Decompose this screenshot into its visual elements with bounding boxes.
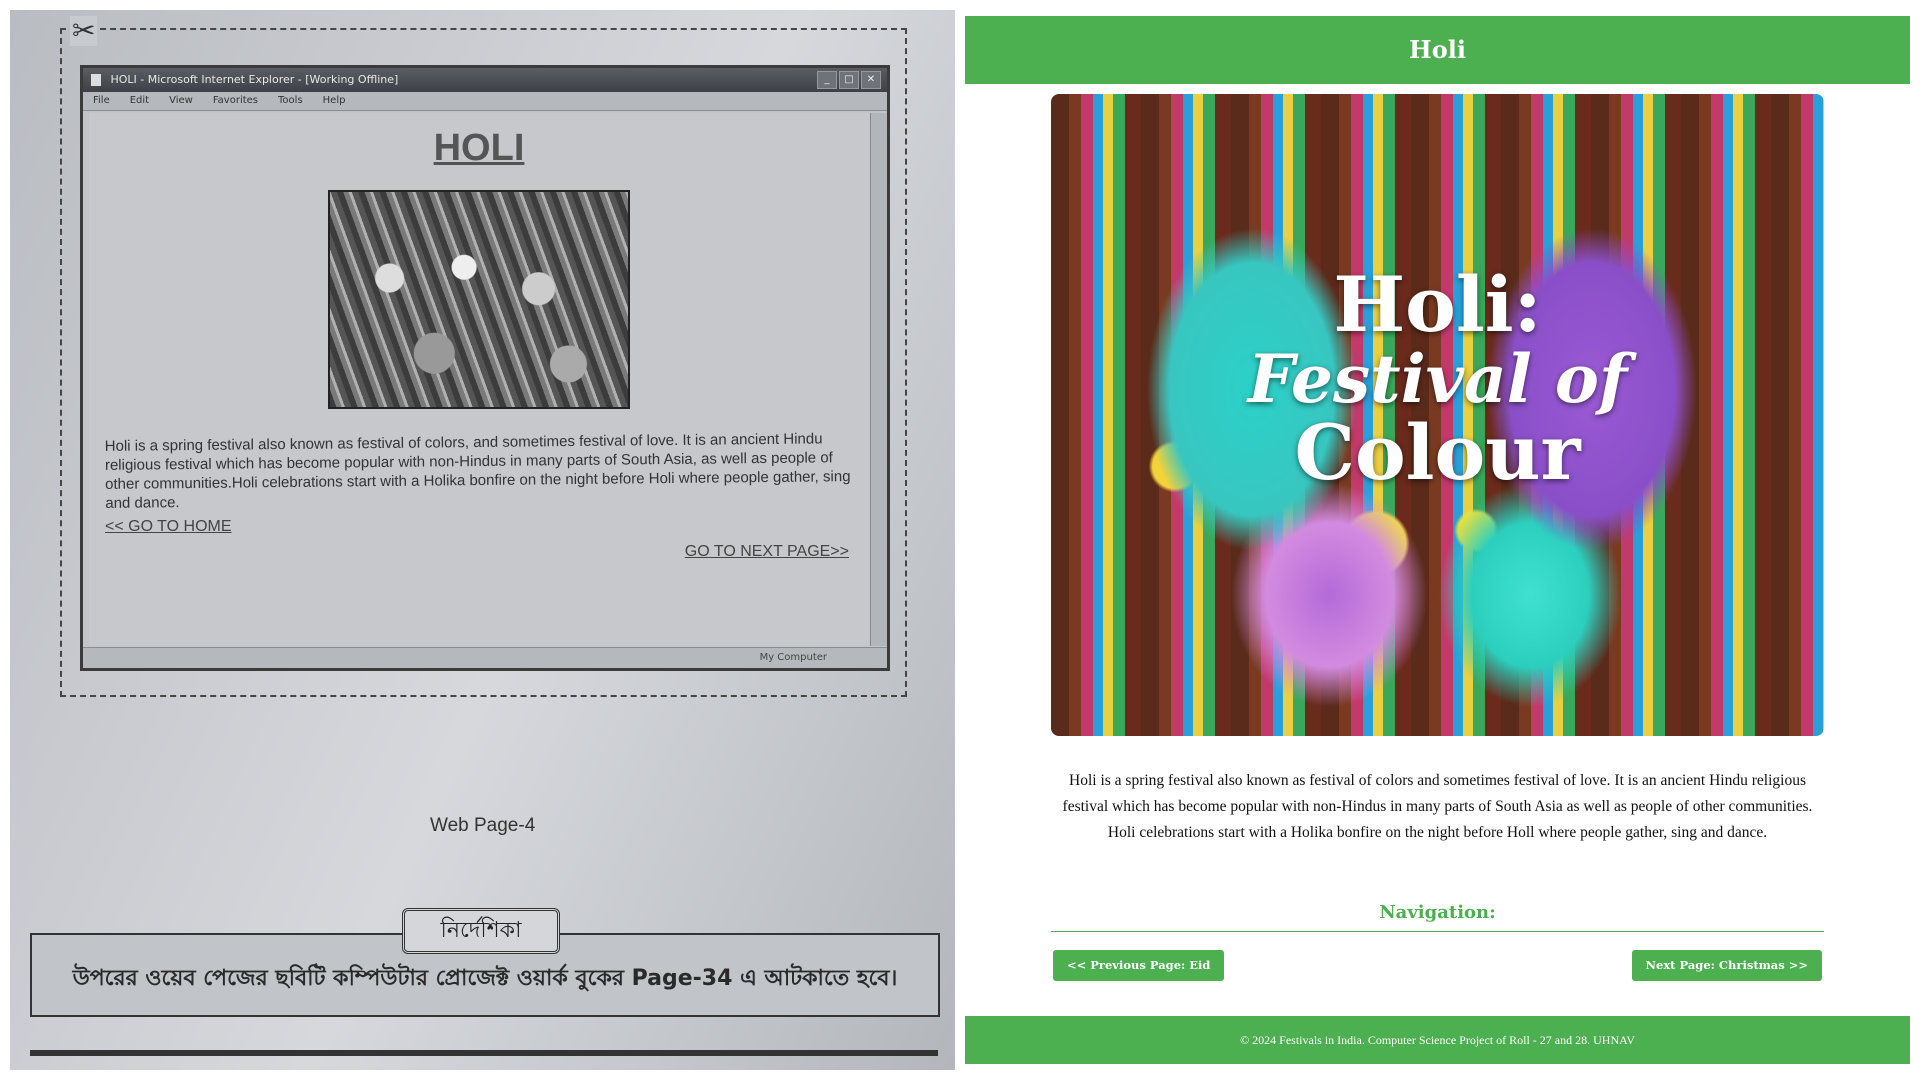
navigation-buttons: << Previous Page: Eid Next Page: Christm… — [1051, 950, 1824, 982]
instruction-label: নির্দেশিকা — [402, 908, 560, 954]
scissors-icon: ✂ — [70, 14, 98, 47]
menu-view: View — [169, 95, 193, 106]
browser-title: HOLI - Microsoft Internet Explorer - [Wo… — [110, 73, 399, 86]
web-page: Holi Holi: Festival of Colour Holi is a … — [965, 16, 1910, 1070]
hero-title: Holi: Festival of Colour — [1051, 264, 1824, 494]
printout-home-link: << GO TO HOME — [105, 518, 232, 535]
worksheet-photo: ✂ HOLI - Microsoft Internet Explorer - [… — [10, 10, 955, 1070]
previous-page-button[interactable]: << Previous Page: Eid — [1053, 950, 1225, 981]
page-caption: Web Page-4 — [430, 815, 536, 836]
hero-image-holi-hands: Holi: Festival of Colour — [1051, 94, 1824, 736]
maximize-icon: □ — [839, 71, 859, 89]
browser-scrollbar — [870, 113, 887, 646]
browser-statusbar: My Computer — [83, 647, 887, 668]
navigation-heading: Navigation: — [1051, 902, 1824, 932]
printout-paragraph: Holi is a spring festival also known as … — [104, 430, 851, 512]
menu-favorites: Favorites — [212, 95, 259, 106]
minimize-icon: _ — [817, 71, 837, 89]
site-header: Holi — [965, 16, 1910, 84]
browser-window-printout: HOLI - Microsoft Internet Explorer - [Wo… — [80, 65, 890, 671]
hero-title-line1: Holi: — [1333, 260, 1542, 349]
browser-content: HOLI Holi is a spring festival also know… — [89, 113, 869, 646]
menu-tools: Tools — [278, 95, 303, 106]
close-icon: ✕ — [861, 71, 881, 89]
printout-festival-photo — [328, 190, 630, 409]
browser-app-icon — [91, 74, 101, 86]
printout-heading: HOLI — [433, 127, 525, 169]
next-page-button[interactable]: Next Page: Christmas >> — [1631, 950, 1822, 981]
page-title: Holi — [1409, 35, 1466, 64]
menu-edit: Edit — [129, 95, 150, 106]
description-paragraph: Holi is a spring festival also known as … — [1062, 772, 1813, 841]
hero-title-line2: Festival of — [1247, 340, 1628, 418]
browser-menubar: File Edit View Favorites Tools Help — [83, 92, 887, 111]
footer-text: © 2024 Festivals in India. Computer Scie… — [1240, 1033, 1635, 1047]
menu-help: Help — [322, 95, 346, 106]
instruction-text: উপরের ওয়েব পেজের ছবিটি কম্পিউটার প্রোজে… — [72, 966, 898, 991]
bottom-rule — [30, 1050, 938, 1056]
status-computer-label: My Computer — [759, 652, 827, 663]
site-footer: © 2024 Festivals in India. Computer Scie… — [965, 1016, 1910, 1064]
menu-file: File — [93, 95, 110, 106]
printout-next-link: GO TO NEXT PAGE>> — [684, 543, 849, 560]
browser-titlebar: HOLI - Microsoft Internet Explorer - [Wo… — [83, 68, 887, 92]
hero-title-line3: Colour — [1294, 408, 1581, 497]
